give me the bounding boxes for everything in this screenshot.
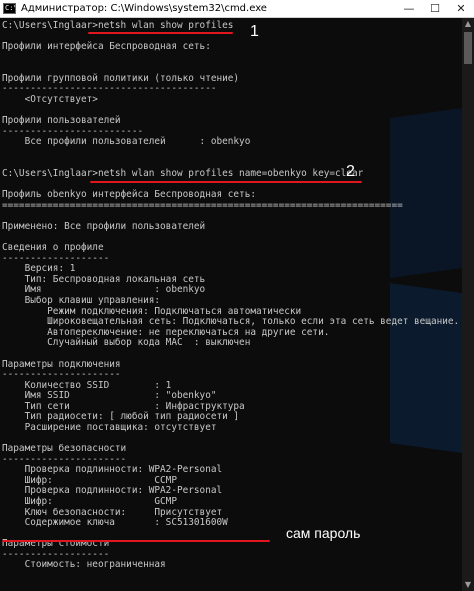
console-line: Случайный выбор кода MAC : выключен — [2, 337, 251, 349]
window-title: Администратор: C:\Windows\system32\cmd.e… — [21, 3, 267, 14]
underline-key-content — [2, 540, 270, 542]
step-1-label: 1 — [250, 23, 259, 40]
title-bar[interactable]: C:\ Администратор: C:\Windows\system32\c… — [0, 0, 474, 18]
console-line: C:\Users\Inglaar>netsh wlan show profile… — [2, 168, 364, 180]
console-line: ========================================… — [2, 199, 403, 211]
step-2-label: 2 — [346, 163, 355, 180]
underline-command-2 — [90, 181, 362, 183]
scroll-thumb[interactable] — [464, 32, 472, 64]
console-line: Профили интерфейса Беспроводная сеть: — [2, 41, 211, 53]
console-output[interactable]: C:\Users\Inglaar>netsh wlan show profile… — [0, 18, 462, 591]
console-text: C:\Users\Inglaar>netsh wlan show profile… — [2, 20, 459, 571]
console-line: Шифр: GCMP — [2, 496, 177, 508]
scroll-up-icon[interactable]: ▲ — [462, 18, 474, 30]
console-line: Стоимость: неограниченная — [2, 559, 166, 571]
close-button[interactable]: ✕ — [448, 0, 474, 18]
underline-command-1 — [88, 32, 233, 34]
maximize-button[interactable]: ☐ — [422, 0, 448, 18]
password-annotation: сам пароль — [286, 525, 361, 541]
scroll-down-icon[interactable]: ▼ — [462, 579, 474, 591]
console-line: C:\Users\Inglaar>netsh wlan show profile… — [2, 20, 234, 31]
cmd-icon: C:\ — [3, 3, 16, 14]
minimize-button[interactable]: — — [396, 0, 422, 18]
console-line: Применено: Все профили пользователей — [2, 220, 206, 232]
console-line: Все профили пользователей : obenkyo — [2, 136, 251, 148]
vertical-scrollbar[interactable]: ▲ ▼ — [462, 18, 474, 591]
console-line: Содержимое ключа : SC51301600W — [2, 517, 228, 529]
console-line: <Отсутствует> — [2, 94, 98, 106]
console-line: Расширение поставщика: отсутствует — [2, 421, 217, 433]
